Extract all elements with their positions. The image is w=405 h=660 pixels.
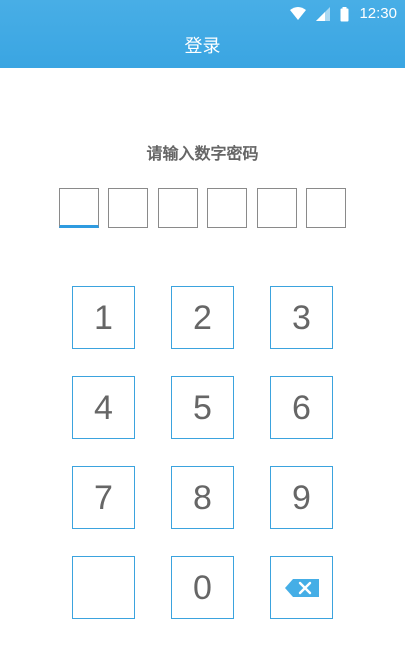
key-6[interactable]: 6: [270, 376, 333, 439]
key-8[interactable]: 8: [171, 466, 234, 529]
key-0[interactable]: 0: [171, 556, 234, 619]
pin-digit-5[interactable]: [257, 188, 297, 228]
pin-digit-1[interactable]: [59, 188, 99, 228]
key-empty[interactable]: [72, 556, 135, 619]
backspace-icon: [284, 578, 319, 597]
key-3[interactable]: 3: [270, 286, 333, 349]
pin-digit-2[interactable]: [108, 188, 148, 228]
pin-digit-6[interactable]: [306, 188, 346, 228]
battery-icon: [340, 6, 349, 21]
key-5[interactable]: 5: [171, 376, 234, 439]
key-1[interactable]: 1: [72, 286, 135, 349]
key-label: 1: [94, 298, 113, 337]
key-label: 9: [292, 478, 311, 517]
signal-icon: [316, 7, 331, 21]
clock: 12:30: [359, 5, 397, 22]
pin-digit-3[interactable]: [158, 188, 198, 228]
key-label: 5: [193, 388, 212, 427]
status-bar: 12:30: [290, 4, 397, 24]
key-label: 7: [94, 478, 113, 517]
page-title: 登录: [184, 36, 221, 57]
key-label: 8: [193, 478, 212, 517]
key-label: 3: [292, 298, 311, 337]
key-2[interactable]: 2: [171, 286, 234, 349]
key-label: 2: [193, 298, 212, 337]
key-4[interactable]: 4: [72, 376, 135, 439]
delete-button[interactable]: [270, 556, 333, 619]
key-7[interactable]: 7: [72, 466, 135, 529]
pin-digit-4[interactable]: [207, 188, 247, 228]
key-label: 4: [94, 388, 113, 427]
header-bar: 12:30 登录: [0, 0, 405, 68]
key-label: 6: [292, 388, 311, 427]
key-label: 0: [193, 568, 212, 607]
key-9[interactable]: 9: [270, 466, 333, 529]
pin-prompt: 请输入数字密码: [146, 144, 259, 163]
wifi-icon: [290, 7, 307, 20]
